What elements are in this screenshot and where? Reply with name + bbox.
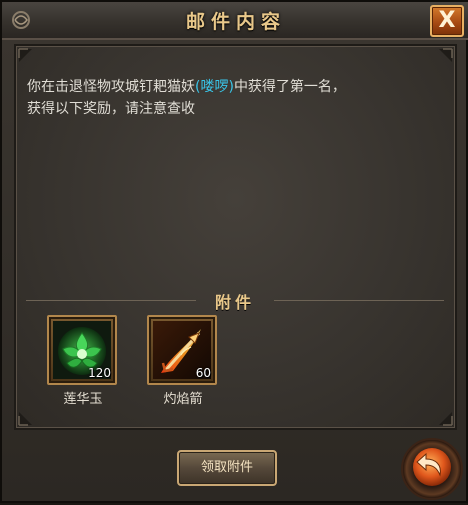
corner-ornament-icon	[439, 412, 453, 426]
divider-line	[26, 300, 196, 301]
window-title: 邮件内容	[185, 11, 286, 33]
mail-window: 邮件内容 X 你在击退怪物攻城钉耙猫妖(喽啰)中获得了第一名， 获得以下奖励，请…	[0, 0, 468, 503]
corner-ornament-icon	[439, 48, 453, 62]
claim-attachments-button[interactable]: 领取附件	[177, 450, 277, 486]
attachment-item[interactable]: 60 灼焰箭	[147, 315, 219, 407]
back-button[interactable]	[400, 437, 464, 501]
mail-message: 你在击退怪物攻城钉耙猫妖(喽啰)中获得了第一名， 获得以下奖励，请注意查收	[27, 76, 437, 120]
divider-line	[274, 300, 444, 301]
item-slot[interactable]: 120	[47, 315, 117, 385]
close-button[interactable]: X	[430, 5, 464, 37]
message-text: 获得以下奖励，请注意查收	[27, 101, 195, 117]
item-count: 60	[195, 366, 211, 380]
item-slot[interactable]: 60	[147, 315, 217, 385]
attachments-label: 附件	[214, 293, 255, 312]
attachment-item[interactable]: 120 莲华玉	[47, 315, 119, 407]
message-text: 你在击退怪物攻城钉耙猫妖	[27, 79, 195, 95]
item-name: 灼焰箭	[163, 392, 203, 407]
title-bar: 邮件内容 X	[2, 2, 468, 40]
back-arrow-icon	[401, 438, 463, 500]
corner-ornament-icon	[18, 412, 32, 426]
message-text: 中获得了第一名，	[233, 79, 346, 95]
corner-ornament-icon	[18, 48, 32, 62]
message-highlight: (喽啰)	[195, 79, 234, 95]
item-name: 莲华玉	[63, 392, 103, 407]
item-count: 120	[88, 366, 111, 380]
